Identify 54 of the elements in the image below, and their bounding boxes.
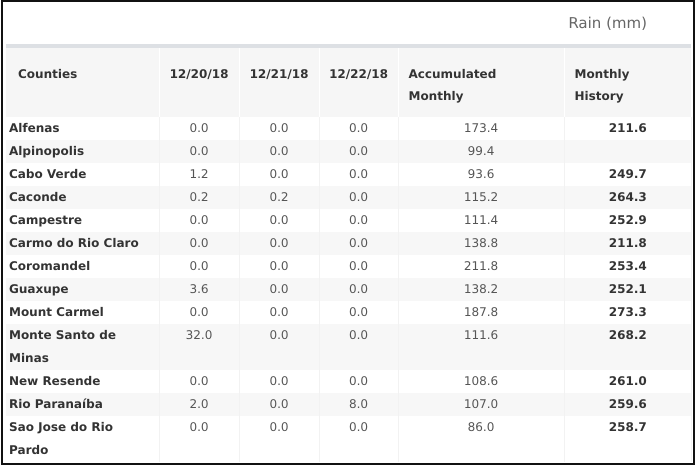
table-cell: 111.6 (398, 324, 564, 370)
table-cell: 32.0 (159, 324, 239, 370)
table-cell: 0.0 (319, 232, 398, 255)
table-cell: 273.3 (608, 305, 647, 319)
column-header: 12/20/18 (159, 48, 239, 117)
column-header: 12/22/18 (319, 48, 398, 117)
column-header: 12/21/18 (239, 48, 319, 117)
table-cell: 261.0 (608, 374, 647, 388)
county-cell: Carmo do Rio Claro (6, 232, 159, 255)
county-cell: Monte Santo de Minas (6, 324, 159, 370)
table-cell: 0.0 (319, 416, 398, 462)
table-cell: 2.0 (159, 393, 239, 416)
table-cell: 0.0 (239, 232, 319, 255)
table-cell: 0.0 (159, 232, 239, 255)
table-cell: 99.4 (398, 140, 564, 163)
table-cell: 0.0 (319, 186, 398, 209)
table-cell: 249.7 (608, 167, 647, 181)
table-cell: 268.2 (608, 328, 647, 342)
table-cell: 259.6 (608, 397, 647, 411)
county-cell: Rio Paranaíba (6, 393, 159, 416)
table-cell: 0.0 (239, 393, 319, 416)
column-header: Accumulated Monthly (398, 48, 564, 117)
table-cell: 252.1 (608, 282, 647, 296)
table-cell: 0.0 (239, 416, 319, 462)
table-cell: 8.0 (319, 393, 398, 416)
table-cell: 211.8 (608, 236, 647, 250)
table-cell: 252.9 (608, 213, 647, 227)
table-title: Rain (mm) (568, 14, 647, 32)
table-cell: 0.0 (239, 278, 319, 301)
column-header: Counties (6, 48, 159, 117)
table-cell: 0.0 (239, 324, 319, 370)
table-cell: 0.2 (159, 186, 239, 209)
table-cell: 115.2 (398, 186, 564, 209)
table-cell: 0.2 (239, 186, 319, 209)
table-cell: 258.7 (608, 420, 647, 434)
table-cell: 0.0 (319, 140, 398, 163)
table-cell: 3.6 (159, 278, 239, 301)
county-cell: Caconde (6, 186, 159, 209)
table-cell: 0.0 (159, 140, 239, 163)
column-header: Monthly History (564, 48, 692, 117)
table-cell: 107.0 (398, 393, 564, 416)
table-cell: 264.3 (608, 190, 647, 204)
table-cell: 0.0 (239, 140, 319, 163)
county-cell: Guaxupe (6, 278, 159, 301)
table-cell: 211.6 (608, 121, 647, 135)
table-cell: 138.8 (398, 232, 564, 255)
table-cell: 86.0 (398, 416, 564, 462)
county-cell: Alpinopolis (6, 140, 159, 163)
table-cell: 253.4 (608, 259, 647, 273)
table-cell: 138.2 (398, 278, 564, 301)
table-cell: 0.0 (159, 416, 239, 462)
table-cell: 0.0 (319, 324, 398, 370)
table-cell: 0.0 (319, 278, 398, 301)
county-cell: Sao Jose do Rio Pardo (6, 416, 159, 462)
